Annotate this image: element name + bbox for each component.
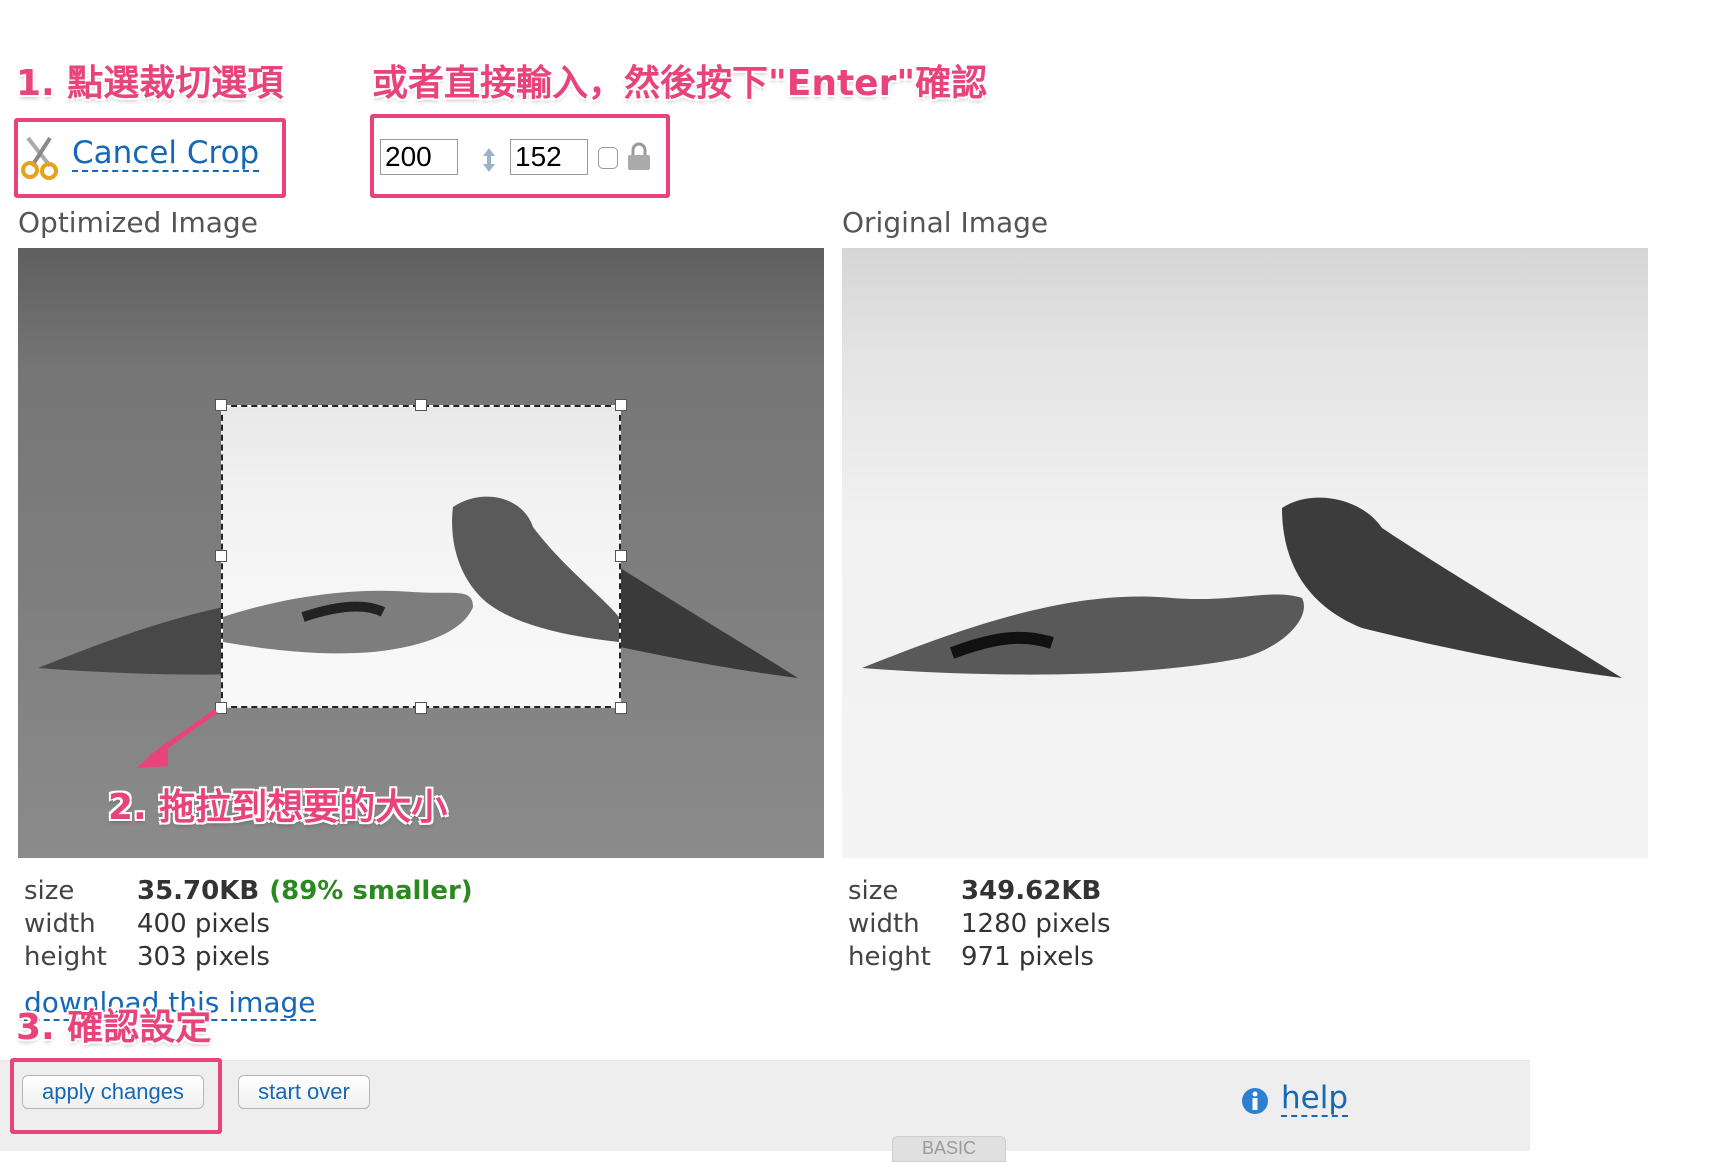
info-icon[interactable]: [1240, 1086, 1270, 1116]
annotation-step3: 3. 確認設定: [16, 1007, 212, 1048]
original-stats: size 349.62KB width 1280 pixels height 9…: [848, 876, 1111, 975]
crop-handle-s[interactable]: [415, 702, 427, 714]
height-label: height: [24, 942, 107, 972]
lock-icon: [626, 142, 652, 172]
swap-arrows-icon[interactable]: [480, 146, 498, 174]
size-label: size: [24, 876, 75, 906]
crop-handle-nw[interactable]: [215, 399, 227, 411]
crop-width-input[interactable]: [380, 139, 458, 175]
annotation-step2: 2. 拖拉到想要的大小: [108, 787, 448, 828]
crop-height-input[interactable]: [510, 139, 588, 175]
size-value: 349.62KB: [961, 876, 1102, 906]
apply-changes-button[interactable]: apply changes: [22, 1075, 204, 1109]
crop-handle-n[interactable]: [415, 399, 427, 411]
height-label: height: [848, 942, 931, 972]
size-savings: (89% smaller): [269, 876, 473, 906]
optimized-stats: size 35.70KB (89% smaller) width 400 pix…: [24, 876, 473, 975]
aspect-lock-checkbox[interactable]: [598, 147, 618, 169]
cancel-crop-link[interactable]: Cancel Crop: [72, 136, 260, 173]
crop-handle-w[interactable]: [215, 550, 227, 562]
help-link[interactable]: help: [1281, 1082, 1349, 1117]
size-value: 35.70KB: [137, 876, 260, 906]
scissors-icon[interactable]: [20, 134, 60, 180]
original-image: [842, 248, 1648, 858]
width-value: 1280 pixels: [961, 909, 1111, 939]
optimized-image[interactable]: [18, 248, 824, 858]
width-label: width: [24, 909, 96, 939]
height-value: 971 pixels: [961, 942, 1094, 972]
crop-selection-box[interactable]: [221, 405, 621, 708]
width-label: width: [848, 909, 920, 939]
original-image-title: Original Image: [842, 206, 1049, 239]
size-label: size: [848, 876, 899, 906]
width-value: 400 pixels: [137, 909, 270, 939]
optimized-image-title: Optimized Image: [18, 206, 258, 239]
crop-handle-ne[interactable]: [615, 399, 627, 411]
annotation-enter: 或者直接輸入，然後按下"Enter"確認: [372, 63, 988, 104]
crop-handle-e[interactable]: [615, 550, 627, 562]
crop-handle-se[interactable]: [615, 702, 627, 714]
crop-handle-sw[interactable]: [215, 702, 227, 714]
height-value: 303 pixels: [137, 942, 270, 972]
annotation-step1: 1. 點選裁切選項: [16, 63, 284, 104]
start-over-button[interactable]: start over: [238, 1075, 370, 1109]
